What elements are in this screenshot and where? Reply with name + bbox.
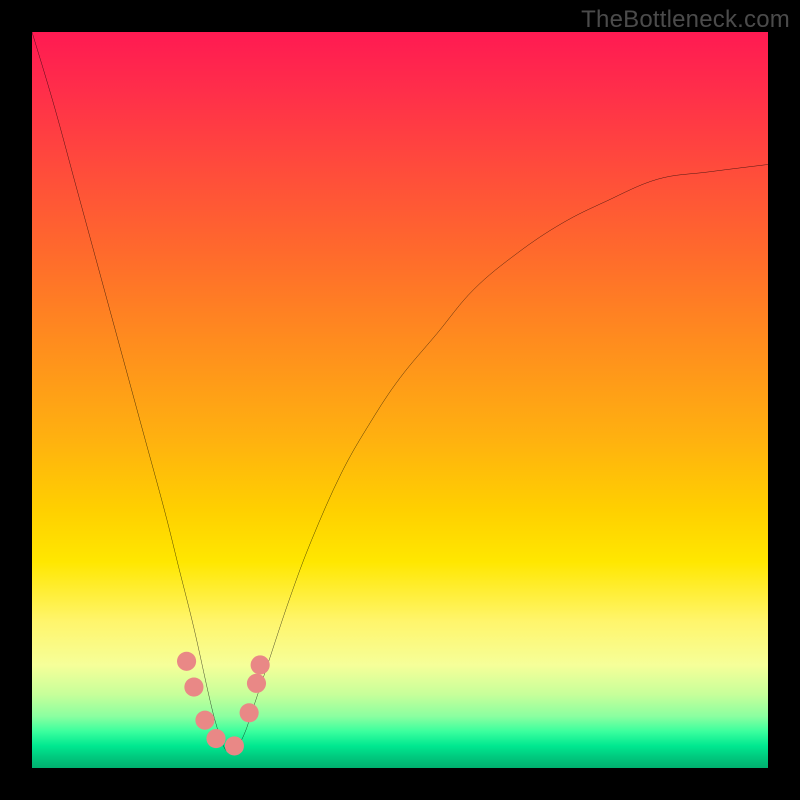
- bottleneck-curve: [32, 32, 768, 753]
- curve-markers: [177, 652, 270, 756]
- marker-dot: [177, 652, 196, 671]
- marker-dot: [240, 703, 259, 722]
- marker-dot: [251, 655, 270, 674]
- chart-frame: TheBottleneck.com: [0, 0, 800, 800]
- marker-dot: [206, 729, 225, 748]
- marker-dot: [247, 674, 266, 693]
- marker-dot: [184, 677, 203, 696]
- marker-dot: [225, 736, 244, 755]
- curve-layer: [32, 32, 768, 768]
- plot-area: [32, 32, 768, 768]
- watermark-text: TheBottleneck.com: [581, 6, 790, 34]
- marker-dot: [195, 711, 214, 730]
